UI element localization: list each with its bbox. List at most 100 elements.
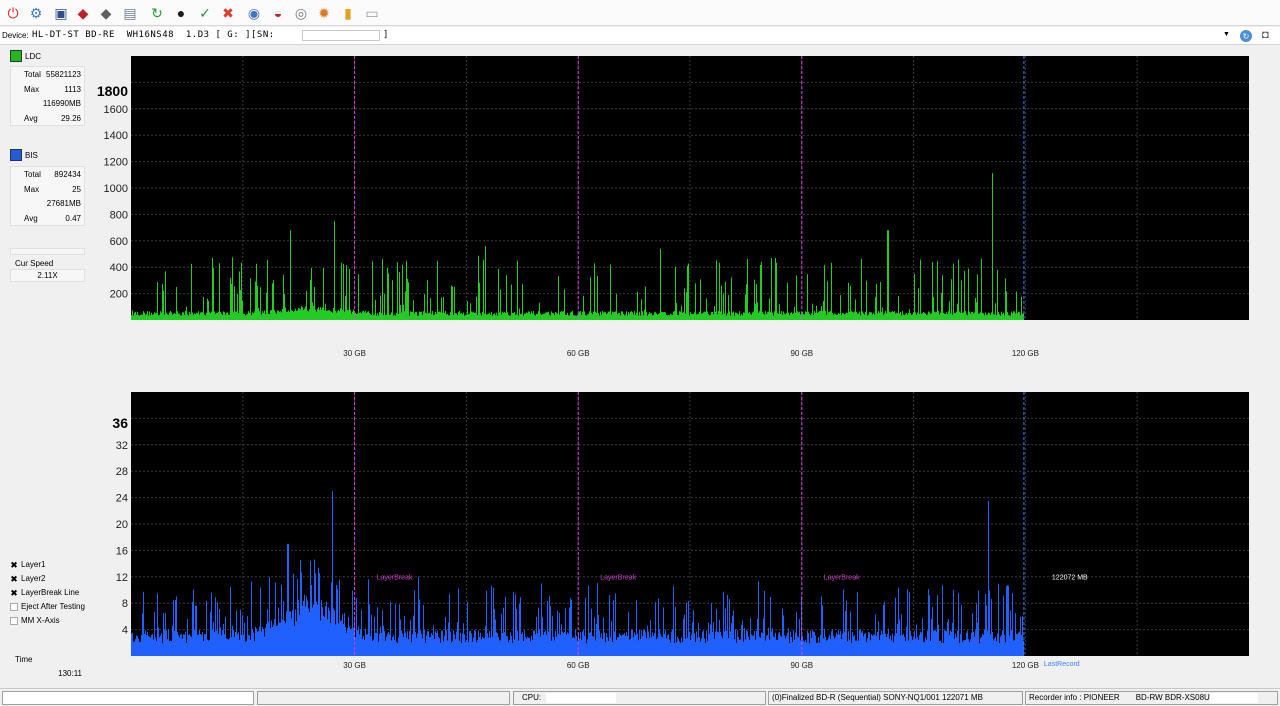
data-bar — [412, 311, 413, 320]
y-tick-label: 1000 — [104, 183, 128, 195]
data-bar — [915, 312, 916, 320]
disc-check-icon[interactable]: ✓ — [195, 3, 215, 23]
data-bar — [685, 638, 686, 656]
data-bar — [453, 630, 454, 656]
device-selector[interactable]: HL-DT-ST BD-RE WH16NS48 1.D3 [ G: ][SN: — [32, 30, 275, 40]
data-bar — [341, 620, 342, 656]
data-bar — [262, 627, 263, 656]
data-bar — [282, 308, 283, 320]
data-bar — [365, 310, 366, 320]
data-bar — [830, 311, 831, 320]
data-bar — [428, 631, 429, 656]
data-bar — [360, 629, 361, 656]
data-bar — [501, 613, 502, 656]
data-bar — [380, 295, 381, 320]
layer1-checkbox[interactable]: ✖ Layer1 — [10, 560, 45, 569]
data-bar — [896, 312, 897, 320]
data-bar — [485, 626, 486, 656]
data-bar — [934, 630, 935, 656]
data-bar — [628, 612, 629, 656]
ldc-color-swatch[interactable] — [10, 50, 22, 62]
data-bar — [709, 633, 710, 656]
data-bar — [421, 311, 422, 320]
data-bar — [250, 278, 251, 320]
erase-icon[interactable]: ◒ — [268, 3, 288, 23]
data-bar — [314, 559, 315, 656]
data-bar — [464, 315, 465, 320]
data-bar — [576, 315, 577, 320]
data-bar — [852, 631, 853, 656]
data-bar — [240, 290, 241, 320]
data-bar — [597, 583, 598, 656]
power-icon[interactable]: ⏻ — [3, 3, 23, 23]
data-bar — [229, 638, 230, 656]
data-bar — [660, 633, 661, 656]
data-bar — [551, 640, 552, 656]
data-bar — [822, 605, 823, 656]
data-bar — [844, 631, 845, 656]
layer-break-label: LayerBreak — [824, 574, 860, 581]
layer2-checkbox[interactable]: ✖ Layer2 — [10, 574, 45, 583]
mm-x-axis-checkbox[interactable]: MM X-Axis — [10, 616, 60, 625]
eject-after-testing-checkbox[interactable]: Eject After Testing — [10, 602, 85, 611]
chevron-down-icon[interactable]: ▼ — [1223, 31, 1230, 38]
data-bar — [786, 312, 787, 320]
data-bar — [501, 314, 502, 320]
data-bar — [634, 632, 635, 656]
data-bar — [944, 630, 945, 656]
data-bar — [195, 605, 196, 656]
data-bar — [384, 293, 385, 320]
disc-red-icon[interactable]: ◆ — [73, 3, 93, 23]
data-bar — [884, 601, 885, 656]
y-tick-label: 1600 — [104, 104, 128, 116]
data-bar — [1018, 632, 1019, 656]
data-bar — [718, 311, 719, 320]
refresh-green-icon[interactable]: ↻ — [147, 3, 167, 23]
device-label: Device: — [2, 31, 29, 40]
data-bar — [898, 587, 899, 656]
chart-icon[interactable]: ▮ — [338, 3, 358, 23]
settings-icon[interactable]: ⚙ — [26, 3, 46, 23]
data-bar — [845, 611, 846, 656]
drive-info-icon[interactable]: ▣ — [51, 3, 71, 23]
data-bar — [876, 635, 877, 656]
disc-start-icon[interactable]: ● — [171, 3, 191, 23]
data-bar — [330, 622, 331, 656]
data-bar — [697, 637, 698, 656]
data-bar — [698, 313, 699, 320]
data-bar — [833, 636, 834, 656]
layerbreak-line-checkbox[interactable]: ✖ LayerBreak Line — [10, 588, 79, 597]
data-bar — [359, 312, 360, 320]
stop-icon[interactable]: ✖ — [218, 3, 238, 23]
data-bar — [488, 313, 489, 320]
data-bar — [825, 310, 826, 320]
data-bar — [249, 312, 250, 320]
data-bar — [700, 279, 701, 320]
ldc-stats: Total 55821123 Max 1113 116990MB Avg 29.26 — [10, 66, 85, 126]
data-bar — [410, 311, 411, 320]
camera-icon[interactable]: ◘ — [1262, 29, 1269, 41]
data-bar — [263, 629, 264, 656]
print-icon[interactable]: ▭ — [362, 3, 382, 23]
burn-icon[interactable]: ✹ — [314, 3, 334, 23]
refresh-icon[interactable]: ↻ — [1240, 30, 1252, 42]
data-bar — [294, 310, 295, 320]
data-bar — [170, 310, 171, 320]
data-bar — [390, 601, 391, 656]
data-bar — [822, 311, 823, 320]
data-bar — [170, 640, 171, 656]
data-bar — [323, 267, 324, 320]
data-bar — [851, 642, 852, 656]
bis-color-swatch[interactable] — [10, 149, 22, 161]
disc-gray-icon[interactable]: ◆ — [96, 3, 116, 23]
blue-disc-icon[interactable]: ◉ — [244, 3, 264, 23]
data-bar — [283, 274, 284, 320]
copy-disc-icon[interactable]: ◎ — [291, 3, 311, 23]
data-bar — [216, 312, 217, 320]
y-top-label: 36 — [112, 415, 128, 431]
data-bar — [1007, 311, 1008, 320]
data-bar — [935, 630, 936, 656]
data-bar — [521, 633, 522, 656]
scan-icon[interactable]: ▤ — [120, 3, 140, 23]
data-bar — [957, 303, 958, 320]
